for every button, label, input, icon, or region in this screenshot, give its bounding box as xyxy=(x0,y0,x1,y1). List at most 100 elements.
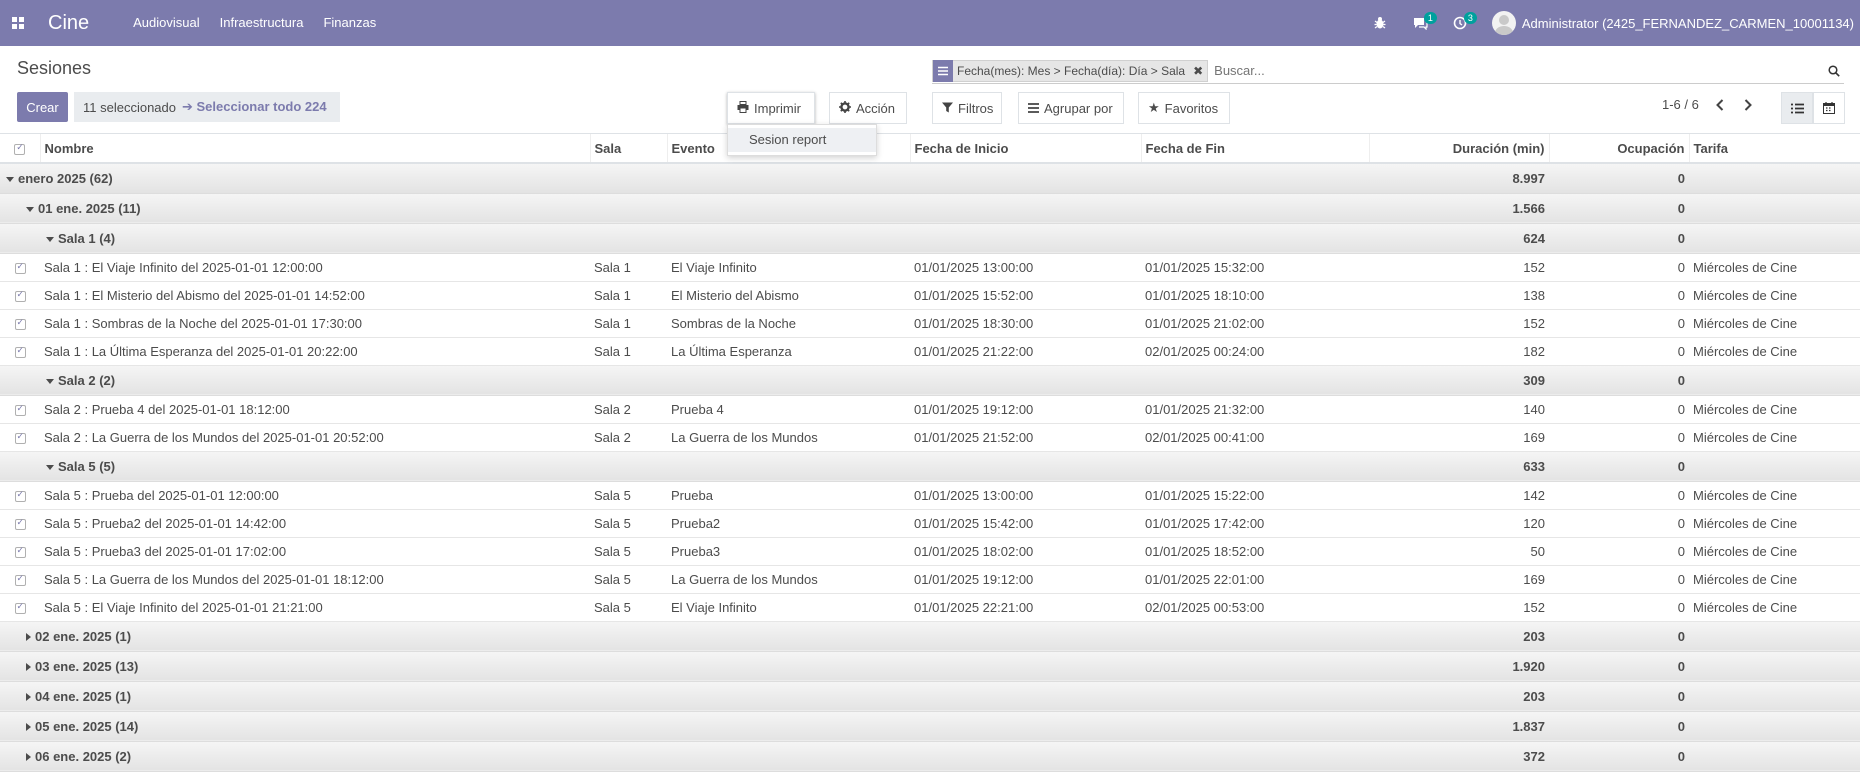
menu-item-infraestructura[interactable]: Infraestructura xyxy=(210,0,314,46)
group-row[interactable]: 05 ene. 2025 (14) 1.837 0 xyxy=(0,711,1860,742)
group-duration-sum: 1.920 xyxy=(1369,651,1549,682)
apps-menu-icon[interactable] xyxy=(0,0,36,46)
avatar xyxy=(1491,11,1516,35)
row-checkbox[interactable] xyxy=(0,593,40,622)
table-row[interactable]: Sala 5 : La Guerra de los Mundos del 202… xyxy=(0,565,1860,594)
select-all-checkbox[interactable] xyxy=(0,134,41,164)
table-row[interactable]: Sala 2 : La Guerra de los Mundos del 202… xyxy=(0,423,1860,452)
row-checkbox[interactable] xyxy=(0,481,40,510)
cell-ocupacion: 0 xyxy=(1549,309,1689,338)
print-item-sesion-report[interactable]: Sesion report xyxy=(728,128,876,152)
favorites-button[interactable]: ★ Favoritos xyxy=(1138,92,1230,124)
cell-ocupacion: 0 xyxy=(1549,423,1689,452)
group-label-cell[interactable]: 02 ene. 2025 (1) xyxy=(0,621,1369,652)
table-row[interactable]: Sala 1 : La Última Esperanza del 2025-01… xyxy=(0,337,1860,366)
cell-tarifa: Miércoles de Cine xyxy=(1689,281,1860,310)
group-label: Sala 2 (2) xyxy=(58,372,116,388)
user-menu[interactable]: Administrator (2425_FERNANDEZ_CARMEN_100… xyxy=(1491,11,1854,35)
cell-fecha-inicio: 01/01/2025 19:12:00 xyxy=(910,565,1141,594)
row-checkbox[interactable] xyxy=(0,337,40,366)
group-row[interactable]: 06 ene. 2025 (2) 372 0 xyxy=(0,741,1860,772)
table-row[interactable]: Sala 1 : Sombras de la Noche del 2025-01… xyxy=(0,309,1860,338)
column-header-fecha-inicio[interactable]: Fecha de Inicio xyxy=(910,134,1142,164)
group-label-cell[interactable]: 04 ene. 2025 (1) xyxy=(0,681,1369,712)
column-header-fecha-fin[interactable]: Fecha de Fin xyxy=(1141,134,1370,164)
cell-fecha-inicio: 01/01/2025 21:52:00 xyxy=(910,423,1141,452)
cell-fecha-fin: 01/01/2025 21:02:00 xyxy=(1141,309,1369,338)
group-label: 05 ene. 2025 (14) xyxy=(35,718,139,734)
create-button[interactable]: Crear xyxy=(17,92,68,122)
column-header-nombre[interactable]: Nombre xyxy=(40,134,591,164)
table-row[interactable]: Sala 2 : Prueba 4 del 2025-01-01 18:12:0… xyxy=(0,395,1860,424)
action-button[interactable]: Acción xyxy=(829,92,907,124)
cell-nombre: Sala 5 : Prueba2 del 2025-01-01 14:42:00 xyxy=(40,509,590,538)
column-header-ocupacion[interactable]: Ocupación xyxy=(1549,134,1690,164)
debug-bug-icon[interactable] xyxy=(1360,0,1400,46)
favorites-label: Favoritos xyxy=(1164,100,1219,116)
row-checkbox[interactable] xyxy=(0,395,40,424)
select-all-link[interactable]: ➔ Seleccionar todo 224 xyxy=(182,99,327,115)
row-checkbox[interactable] xyxy=(0,281,40,310)
print-button[interactable]: Imprimir xyxy=(727,92,815,124)
caret-right-icon xyxy=(26,753,31,762)
row-checkbox[interactable] xyxy=(0,253,40,282)
menu-item-finanzas[interactable]: Finanzas xyxy=(313,0,386,46)
pager-next-icon[interactable] xyxy=(1741,98,1755,111)
pager-value[interactable]: 1-6 / 6 xyxy=(1662,97,1699,112)
cell-fecha-inicio: 01/01/2025 13:00:00 xyxy=(910,481,1141,510)
cell-evento: El Viaje Infinito xyxy=(667,253,910,282)
group-label-cell[interactable]: 05 ene. 2025 (14) xyxy=(0,711,1369,742)
app-brand[interactable]: Cine xyxy=(48,12,89,35)
table-row[interactable]: Sala 1 : El Misterio del Abismo del 2025… xyxy=(0,281,1860,310)
search-icon[interactable] xyxy=(1824,64,1844,77)
group-row[interactable]: Sala 2 (2) 309 0 xyxy=(0,365,1860,396)
cell-fecha-inicio: 01/01/2025 19:12:00 xyxy=(910,395,1141,424)
row-checkbox[interactable] xyxy=(0,509,40,538)
activities-clock-icon[interactable]: 3 xyxy=(1440,0,1480,46)
table-row[interactable]: Sala 5 : Prueba3 del 2025-01-01 17:02:00… xyxy=(0,537,1860,566)
row-checkbox[interactable] xyxy=(0,537,40,566)
group-empty-cell xyxy=(1689,163,1860,194)
group-label-cell[interactable]: 03 ene. 2025 (13) xyxy=(0,651,1369,682)
group-label-cell[interactable]: Sala 2 (2) xyxy=(0,365,1369,396)
group-row[interactable]: 04 ene. 2025 (1) 203 0 xyxy=(0,681,1860,712)
group-label-cell[interactable]: enero 2025 (62) xyxy=(0,163,1369,194)
calendar-view-icon[interactable] xyxy=(1813,92,1845,124)
cell-duracion: 120 xyxy=(1369,509,1549,538)
row-checkbox[interactable] xyxy=(0,309,40,338)
cell-tarifa: Miércoles de Cine xyxy=(1689,309,1860,338)
pager-previous-icon[interactable] xyxy=(1713,98,1727,111)
group-row[interactable]: Sala 5 (5) 633 0 xyxy=(0,451,1860,482)
group-row[interactable]: Sala 1 (4) 624 0 xyxy=(0,223,1860,254)
column-header-tarifa[interactable]: Tarifa xyxy=(1689,134,1860,164)
group-row[interactable]: 02 ene. 2025 (1) 203 0 xyxy=(0,621,1860,652)
control-panel: Sesiones Fecha(mes): Mes > Fecha(día): D… xyxy=(0,46,1860,134)
group-label-cell[interactable]: Sala 1 (4) xyxy=(0,223,1369,254)
list-view-icon[interactable] xyxy=(1781,92,1813,124)
cell-tarifa: Miércoles de Cine xyxy=(1689,395,1860,424)
filters-button[interactable]: Filtros xyxy=(932,92,1002,124)
caret-right-icon xyxy=(26,693,31,702)
remove-facet-icon[interactable]: ✖ xyxy=(1189,64,1207,78)
group-row[interactable]: 03 ene. 2025 (13) 1.920 0 xyxy=(0,651,1860,682)
group-label-cell[interactable]: 01 ene. 2025 (11) xyxy=(0,193,1369,224)
search-input[interactable] xyxy=(1214,63,1824,78)
table-row[interactable]: Sala 5 : Prueba del 2025-01-01 12:00:00S… xyxy=(0,481,1860,510)
row-checkbox[interactable] xyxy=(0,423,40,452)
group-row[interactable]: enero 2025 (62) 8.997 0 xyxy=(0,163,1860,194)
cell-fecha-fin: 02/01/2025 00:24:00 xyxy=(1141,337,1369,366)
group-label-cell[interactable]: Sala 5 (5) xyxy=(0,451,1369,482)
table-row[interactable]: Sala 1 : El Viaje Infinito del 2025-01-0… xyxy=(0,253,1860,282)
column-header-duracion[interactable]: Duración (min) xyxy=(1369,134,1550,164)
caret-right-icon xyxy=(26,663,31,672)
group-row[interactable]: 01 ene. 2025 (11) 1.566 0 xyxy=(0,193,1860,224)
table-row[interactable]: Sala 5 : Prueba2 del 2025-01-01 14:42:00… xyxy=(0,509,1860,538)
row-checkbox[interactable] xyxy=(0,565,40,594)
messages-icon[interactable]: 1 xyxy=(1400,0,1440,46)
group-by-button[interactable]: Agrupar por xyxy=(1018,92,1124,124)
group-label-cell[interactable]: 06 ene. 2025 (2) xyxy=(0,741,1369,772)
column-header-sala[interactable]: Sala xyxy=(590,134,668,164)
table-row[interactable]: Sala 5 : El Viaje Infinito del 2025-01-0… xyxy=(0,593,1860,622)
group-duration-sum: 372 xyxy=(1369,741,1549,772)
menu-item-audiovisual[interactable]: Audiovisual xyxy=(123,0,210,46)
